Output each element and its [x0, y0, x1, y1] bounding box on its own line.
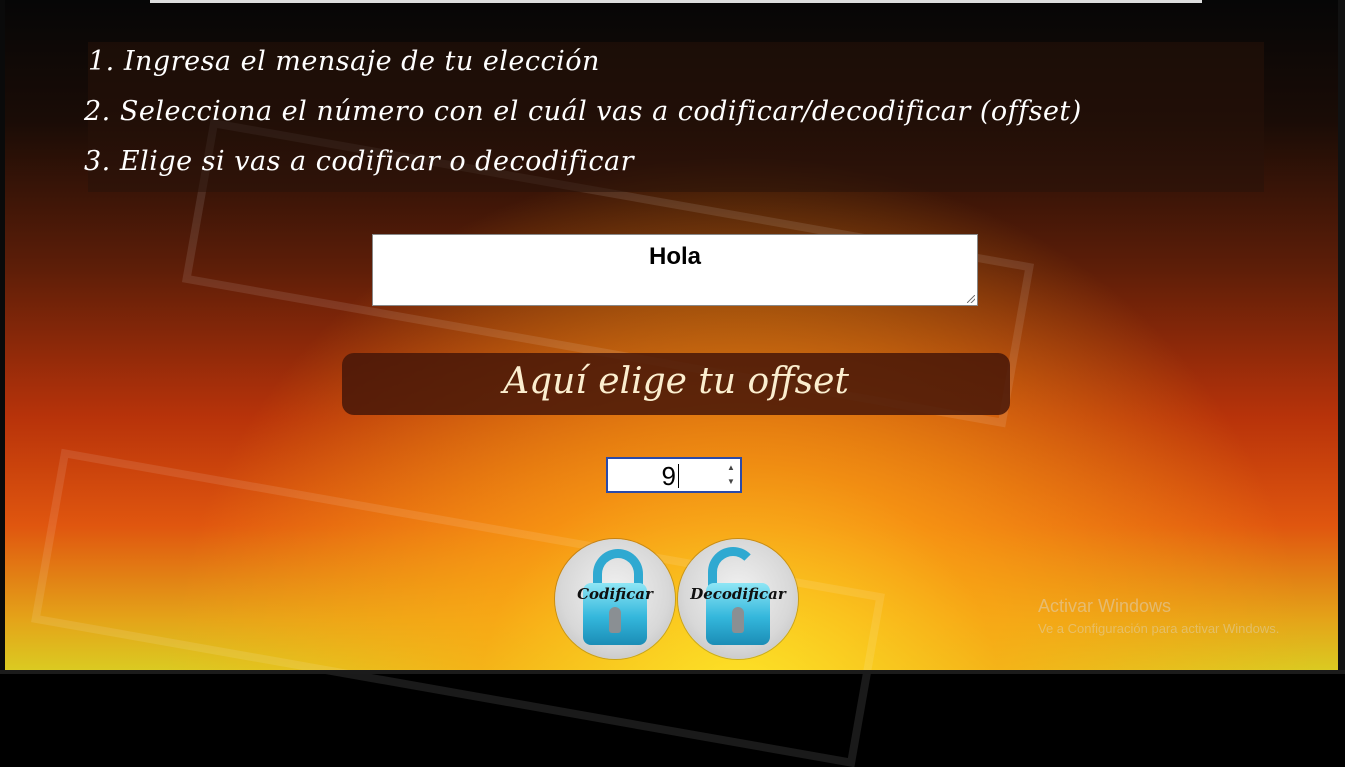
- encode-button[interactable]: Codificar: [555, 539, 675, 659]
- instruction-step-1: 1. Ingresa el mensaje de tu elección: [88, 46, 600, 77]
- text-caret: [678, 464, 679, 488]
- keyhole-icon: [732, 607, 744, 633]
- window-edge: [0, 0, 5, 674]
- message-text: Hola: [648, 243, 701, 270]
- window-edge: [0, 670, 1345, 674]
- keyhole-icon: [609, 607, 621, 633]
- window-edge: [1338, 0, 1345, 674]
- offset-banner: Aquí elige tu offset: [342, 353, 1010, 415]
- scroll-indicator: [150, 0, 1202, 3]
- windows-activation-subtitle: Ve a Configuración para activar Windows.: [1038, 621, 1280, 636]
- spinner-arrows-icon[interactable]: ▲ ▼: [724, 461, 738, 489]
- instruction-step-3: 3. Elige si vas a codificar o decodifica…: [84, 146, 634, 177]
- resize-grip-icon[interactable]: [967, 295, 975, 303]
- offset-value: 9: [661, 461, 676, 491]
- decode-button[interactable]: Decodificar: [678, 539, 798, 659]
- instruction-step-2: 2. Selecciona el número con el cuál vas …: [84, 96, 1082, 127]
- message-textarea[interactable]: Hola: [372, 234, 978, 306]
- encode-button-label: Codificar: [577, 585, 653, 603]
- offset-number-input[interactable]: 9 ▲ ▼: [606, 457, 742, 493]
- windows-activation-title: Activar Windows: [1038, 596, 1172, 616]
- decode-button-label: Decodificar: [690, 585, 786, 603]
